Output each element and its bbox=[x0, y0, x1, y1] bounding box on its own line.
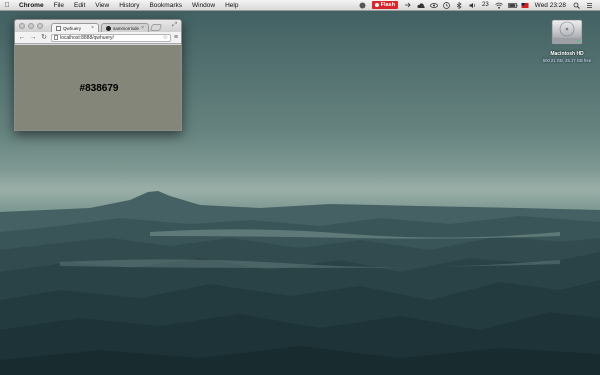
disk-info: 500.21 GB, 45.17 GB free bbox=[542, 58, 592, 63]
menu-bar:  Chrome File Edit View History Bookmark… bbox=[0, 0, 600, 11]
tab-label: sammorrisdesign bbox=[113, 25, 140, 31]
window-controls bbox=[19, 23, 43, 29]
status-area: Flash 23 Wed 23:28 bbox=[356, 0, 600, 11]
menu-history[interactable]: History bbox=[114, 0, 144, 11]
menubar-clock[interactable]: Wed 23:28 bbox=[535, 2, 566, 9]
flag-icon[interactable] bbox=[521, 2, 529, 9]
flash-dot-icon bbox=[374, 3, 379, 7]
reload-button[interactable]: ↻ bbox=[40, 32, 48, 44]
close-tab-icon[interactable]: × bbox=[91, 25, 94, 31]
disk-name: Macintosh HD bbox=[550, 51, 584, 57]
menu-file[interactable]: File bbox=[49, 0, 69, 11]
flash-badge[interactable]: Flash bbox=[371, 1, 398, 9]
tab-strip: Qwhuery × sammorrisdesign × ⤢ bbox=[15, 20, 181, 32]
volume-level: 23 bbox=[481, 2, 489, 8]
clock-icon[interactable] bbox=[443, 1, 450, 9]
browser-window: Qwhuery × sammorrisdesign × ⤢ ← → ↻ loca… bbox=[14, 19, 182, 131]
fullscreen-icon[interactable]: ⤢ bbox=[172, 22, 177, 29]
bookmark-star-icon[interactable]: ☆ bbox=[163, 34, 168, 41]
back-button[interactable]: ← bbox=[18, 32, 26, 44]
tab-sammorrisdesign[interactable]: sammorrisdesign × bbox=[101, 23, 149, 32]
close-tab-icon[interactable]: × bbox=[141, 25, 144, 31]
menu-help[interactable]: Help bbox=[220, 0, 243, 11]
tab-label: Qwhuery bbox=[63, 25, 82, 31]
menu-bookmarks[interactable]: Bookmarks bbox=[144, 0, 187, 11]
menu-app-name[interactable]: Chrome bbox=[14, 0, 49, 11]
minimize-window-button[interactable] bbox=[28, 23, 34, 29]
url-text: localhost:8888/qwhuery/ bbox=[60, 34, 114, 41]
page-content: #838679 bbox=[15, 45, 181, 130]
tab-qwhuery[interactable]: Qwhuery × bbox=[51, 23, 99, 32]
volume-icon[interactable] bbox=[469, 2, 476, 9]
zoom-window-button[interactable] bbox=[37, 23, 43, 29]
eye-icon[interactable] bbox=[430, 2, 438, 9]
bluetooth-icon[interactable] bbox=[456, 1, 463, 9]
menu-view[interactable]: View bbox=[90, 0, 114, 11]
new-tab-button[interactable] bbox=[149, 24, 163, 31]
notification-center-icon[interactable] bbox=[586, 2, 593, 9]
macintosh-hd-icon[interactable]: Macintosh HD 500.21 GB, 45.17 GB free bbox=[538, 14, 596, 74]
wifi-icon[interactable] bbox=[494, 2, 503, 9]
page-icon bbox=[56, 25, 61, 31]
hard-drive-icon bbox=[551, 19, 583, 45]
record-icon[interactable] bbox=[359, 2, 366, 9]
flash-label: Flash bbox=[380, 2, 395, 8]
address-bar[interactable]: localhost:8888/qwhuery/ ☆ bbox=[51, 33, 171, 42]
battery-icon[interactable] bbox=[507, 2, 518, 9]
forward-button[interactable]: → bbox=[29, 32, 37, 44]
close-window-button[interactable] bbox=[19, 23, 25, 29]
spotlight-search-icon[interactable] bbox=[573, 2, 580, 9]
github-icon bbox=[106, 25, 111, 31]
menu-edit[interactable]: Edit bbox=[69, 0, 90, 11]
arrow-icon[interactable] bbox=[404, 2, 411, 9]
chrome-menu-icon[interactable]: ≡ bbox=[174, 34, 178, 41]
apple-icon[interactable]:  bbox=[0, 2, 14, 9]
page-info-icon[interactable] bbox=[54, 35, 58, 40]
color-hex-label: #838679 bbox=[79, 83, 119, 94]
menu-window[interactable]: Window bbox=[187, 0, 220, 11]
cloud-icon[interactable] bbox=[417, 2, 425, 9]
browser-toolbar: ← → ↻ localhost:8888/qwhuery/ ☆ ≡ bbox=[15, 32, 181, 44]
